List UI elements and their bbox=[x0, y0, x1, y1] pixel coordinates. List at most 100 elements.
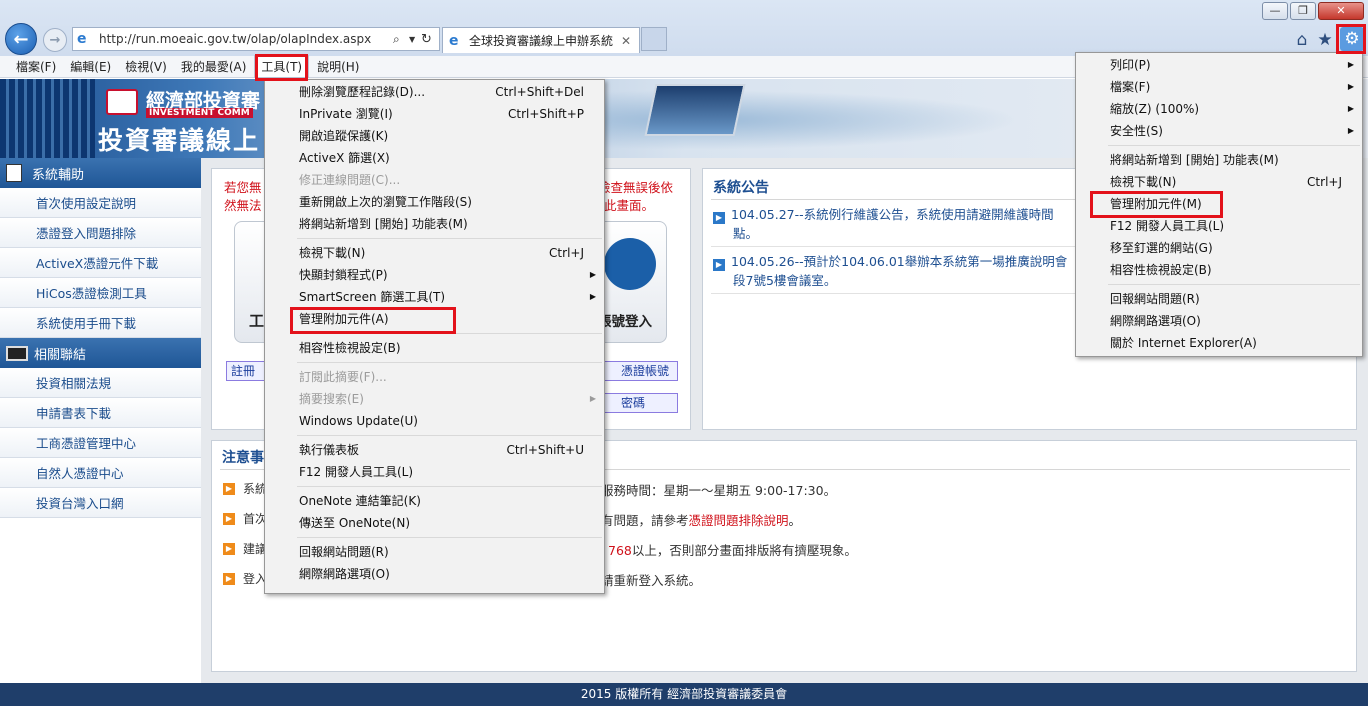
gear-menu-item-5[interactable]: 檢視下載(N) Ctrl+J bbox=[1076, 171, 1362, 193]
announcement-item[interactable]: ▶ 104.05.26--預計於104.06.01舉辦本系統第一場推廣說明會 段7… bbox=[713, 252, 1083, 290]
cert-troubleshoot-link[interactable]: 憑證問題排除說明 bbox=[689, 513, 789, 528]
tools-menu-item-15[interactable]: 執行儀表板 Ctrl+Shift+U bbox=[265, 439, 604, 461]
gear-menu-item-4[interactable]: 將網站新增到 [開始] 功能表(M) bbox=[1076, 149, 1362, 171]
minimize-button[interactable]: — bbox=[1262, 2, 1288, 20]
announcement-line: 104.05.27--系統例行維護公告，系統使用請避開維護時間 bbox=[731, 207, 1054, 222]
gear-menu-item-12[interactable]: 關於 Internet Explorer(A) bbox=[1076, 332, 1362, 354]
announcement-title: 系統公告 bbox=[713, 180, 769, 196]
tools-menu-item-9[interactable]: SmartScreen 篩選工具(T) ▶ bbox=[265, 286, 604, 308]
menu-help[interactable]: 說明(H) bbox=[311, 56, 365, 77]
orange-bullet-icon: ▶ bbox=[223, 573, 235, 585]
account-login-card[interactable]: 帳號登入 bbox=[597, 221, 667, 343]
tools-menu-item-13[interactable]: 摘要搜索(E) ▶ bbox=[265, 388, 604, 410]
new-tab-button[interactable] bbox=[641, 27, 667, 51]
gear-menu-item-1[interactable]: 檔案(F) ▶ bbox=[1076, 76, 1362, 98]
menu-file[interactable]: 檔案(F) bbox=[10, 56, 62, 77]
arrow-bullet-icon: ▶ bbox=[713, 212, 725, 224]
gear-menu-item-3[interactable]: 安全性(S) ▶ bbox=[1076, 120, 1362, 142]
tools-menu-item-11[interactable]: 相容性檢視設定(B) bbox=[265, 337, 604, 359]
tools-menu-item-6[interactable]: 將網站新增到 [開始] 功能表(M) bbox=[265, 213, 604, 235]
tools-menu-item-18[interactable]: 傳送至 OneNote(N) bbox=[265, 512, 604, 534]
menu-item-label: SmartScreen 篩選工具(T) bbox=[299, 290, 446, 304]
building-graphic bbox=[0, 79, 95, 158]
cert-account-link[interactable]: 憑證帳號 bbox=[600, 361, 678, 381]
menu-item-label: InPrivate 瀏覽(I) bbox=[299, 107, 393, 121]
announcement-item[interactable]: ▶ 104.05.27--系統例行維護公告，系統使用請避開維護時間 點。 bbox=[713, 205, 1083, 243]
gear-menu-item-9[interactable]: 相容性檢視設定(B) bbox=[1076, 259, 1362, 281]
cert-login-label: 工 bbox=[249, 312, 265, 330]
favorites-star-icon[interactable]: ★ bbox=[1314, 30, 1336, 50]
menu-edit[interactable]: 編輯(E) bbox=[64, 56, 117, 77]
browser-tab-active[interactable]: e 全球投資審議線上申辦系統 ✕ bbox=[442, 27, 640, 53]
sidebar-item-cert-troubleshoot[interactable]: 憑證登入問題排除 bbox=[0, 218, 201, 248]
menu-item-label: 開啟追蹤保護(K) bbox=[299, 129, 389, 143]
tools-menu-item-3[interactable]: ActiveX 篩選(X) bbox=[265, 147, 604, 169]
tools-menu-item-4[interactable]: 修正連線問題(C)... bbox=[265, 169, 604, 191]
sidebar-item-hicos-tool[interactable]: HiCos憑證檢測工具 bbox=[0, 278, 201, 308]
tools-menu-item-1[interactable]: InPrivate 瀏覽(I) Ctrl+Shift+P bbox=[265, 103, 604, 125]
laptop-graphic bbox=[644, 84, 746, 136]
gear-menu-item-2[interactable]: 縮放(Z) (100%) ▶ bbox=[1076, 98, 1362, 120]
tools-menu-item-8[interactable]: 快顯封鎖程式(P) ▶ bbox=[265, 264, 604, 286]
tools-menu-item-19[interactable]: 回報網站問題(R) bbox=[265, 541, 604, 563]
home-icon[interactable]: ⌂ bbox=[1291, 30, 1313, 50]
tools-menu-item-14[interactable]: Windows Update(U) bbox=[265, 410, 604, 432]
sidebar-item-first-use[interactable]: 首次使用設定說明 bbox=[0, 188, 201, 218]
tools-menu-item-5[interactable]: 重新開啟上次的瀏覽工作階段(S) bbox=[265, 191, 604, 213]
menu-item-shortcut: Ctrl+Shift+P bbox=[508, 107, 584, 121]
sidebar-item-moeaca[interactable]: 工商憑證管理中心 bbox=[0, 428, 201, 458]
close-button[interactable]: ✕ bbox=[1318, 2, 1364, 20]
sidebar-item-regulations[interactable]: 投資相關法規 bbox=[0, 368, 201, 398]
menu-item-label: F12 開發人員工具(L) bbox=[299, 465, 414, 479]
address-bar[interactable]: e http://run.moeaic.gov.tw/olap/olapInde… bbox=[72, 27, 440, 51]
menu-view[interactable]: 檢視(V) bbox=[119, 56, 173, 77]
menu-item-label: F12 開發人員工具(L) bbox=[1110, 219, 1225, 233]
menu-item-shortcut: Ctrl+Shift+U bbox=[506, 443, 584, 457]
gear-menu-item-0[interactable]: 列印(P) ▶ bbox=[1076, 54, 1362, 76]
menu-item-label: 修正連線問題(C)... bbox=[299, 173, 401, 187]
gear-menu-item-11[interactable]: 網際網路選項(O) bbox=[1076, 310, 1362, 332]
menu-item-label: 將網站新增到 [開始] 功能表(M) bbox=[299, 217, 468, 231]
user-icon bbox=[604, 238, 656, 290]
menu-item-label: OneNote 連結筆記(K) bbox=[299, 494, 421, 508]
menu-item-label: 回報網站問題(R) bbox=[299, 545, 389, 559]
sidebar-item-activex-download[interactable]: ActiveX憑證元件下載 bbox=[0, 248, 201, 278]
sidebar-section-label: 系統輔助 bbox=[32, 167, 85, 183]
gear-menu-item-8[interactable]: 移至釘選的網站(G) bbox=[1076, 237, 1362, 259]
sidebar-item-manual-download[interactable]: 系統使用手冊下載 bbox=[0, 308, 201, 338]
warning-text-left-2: 然無法 bbox=[224, 198, 262, 213]
tools-menu-item-12[interactable]: 訂閱此摘要(F)... bbox=[265, 366, 604, 388]
tools-menu-item-16[interactable]: F12 開發人員工具(L) bbox=[265, 461, 604, 483]
note-text-right: 服務時間：星期一～星期五 9:00-17:30。 bbox=[601, 483, 837, 498]
submenu-arrow-icon: ▶ bbox=[1347, 82, 1354, 91]
menu-separator bbox=[297, 435, 602, 436]
account-login-label: 帳號登入 bbox=[598, 314, 652, 330]
menu-favorites[interactable]: 我的最愛(A) bbox=[175, 56, 253, 77]
banner-org-en: INVESTMENT COMM bbox=[146, 108, 253, 118]
tools-menu-item-0[interactable]: 刪除瀏覽歷程記錄(D)... Ctrl+Shift+Del bbox=[265, 81, 604, 103]
announcement-divider bbox=[711, 246, 1081, 247]
highlight-manage-addons bbox=[290, 307, 456, 334]
tools-menu-item-7[interactable]: 檢視下載(N) Ctrl+J bbox=[265, 242, 604, 264]
gear-menu-item-7[interactable]: F12 開發人員工具(L) bbox=[1076, 215, 1362, 237]
gear-menu-item-10[interactable]: 回報網站問題(R) bbox=[1076, 288, 1362, 310]
menu-item-label: 檢視下載(N) bbox=[1110, 175, 1177, 189]
tab-close-icon[interactable]: ✕ bbox=[621, 34, 639, 48]
forward-button[interactable]: → bbox=[43, 28, 67, 52]
tools-menu-item-2[interactable]: 開啟追蹤保護(K) bbox=[265, 125, 604, 147]
tools-menu-item-20[interactable]: 網際網路選項(O) bbox=[265, 563, 604, 585]
password-link[interactable]: 密碼 bbox=[600, 393, 678, 413]
submenu-arrow-icon: ▶ bbox=[1347, 60, 1354, 69]
sidebar-item-forms[interactable]: 申請書表下載 bbox=[0, 398, 201, 428]
maximize-button[interactable]: ❐ bbox=[1290, 2, 1316, 20]
back-button[interactable]: ← bbox=[5, 23, 37, 55]
search-icon[interactable]: ⌕ bbox=[393, 32, 409, 47]
dropdown-icon[interactable]: ▼ bbox=[409, 35, 421, 44]
sidebar-item-moica[interactable]: 自然人憑證中心 bbox=[0, 458, 201, 488]
note-text-right-group: 768以上，否則部分畫面排版將有擠壓現象。 bbox=[608, 540, 857, 559]
menu-item-label: 執行儀表板 bbox=[299, 443, 360, 457]
sidebar-item-invest-taiwan[interactable]: 投資台灣入口網 bbox=[0, 488, 201, 518]
tools-menu-item-17[interactable]: OneNote 連結筆記(K) bbox=[265, 490, 604, 512]
menu-item-label: 快顯封鎖程式(P) bbox=[299, 268, 388, 282]
refresh-icon[interactable]: ↻ bbox=[421, 32, 439, 47]
